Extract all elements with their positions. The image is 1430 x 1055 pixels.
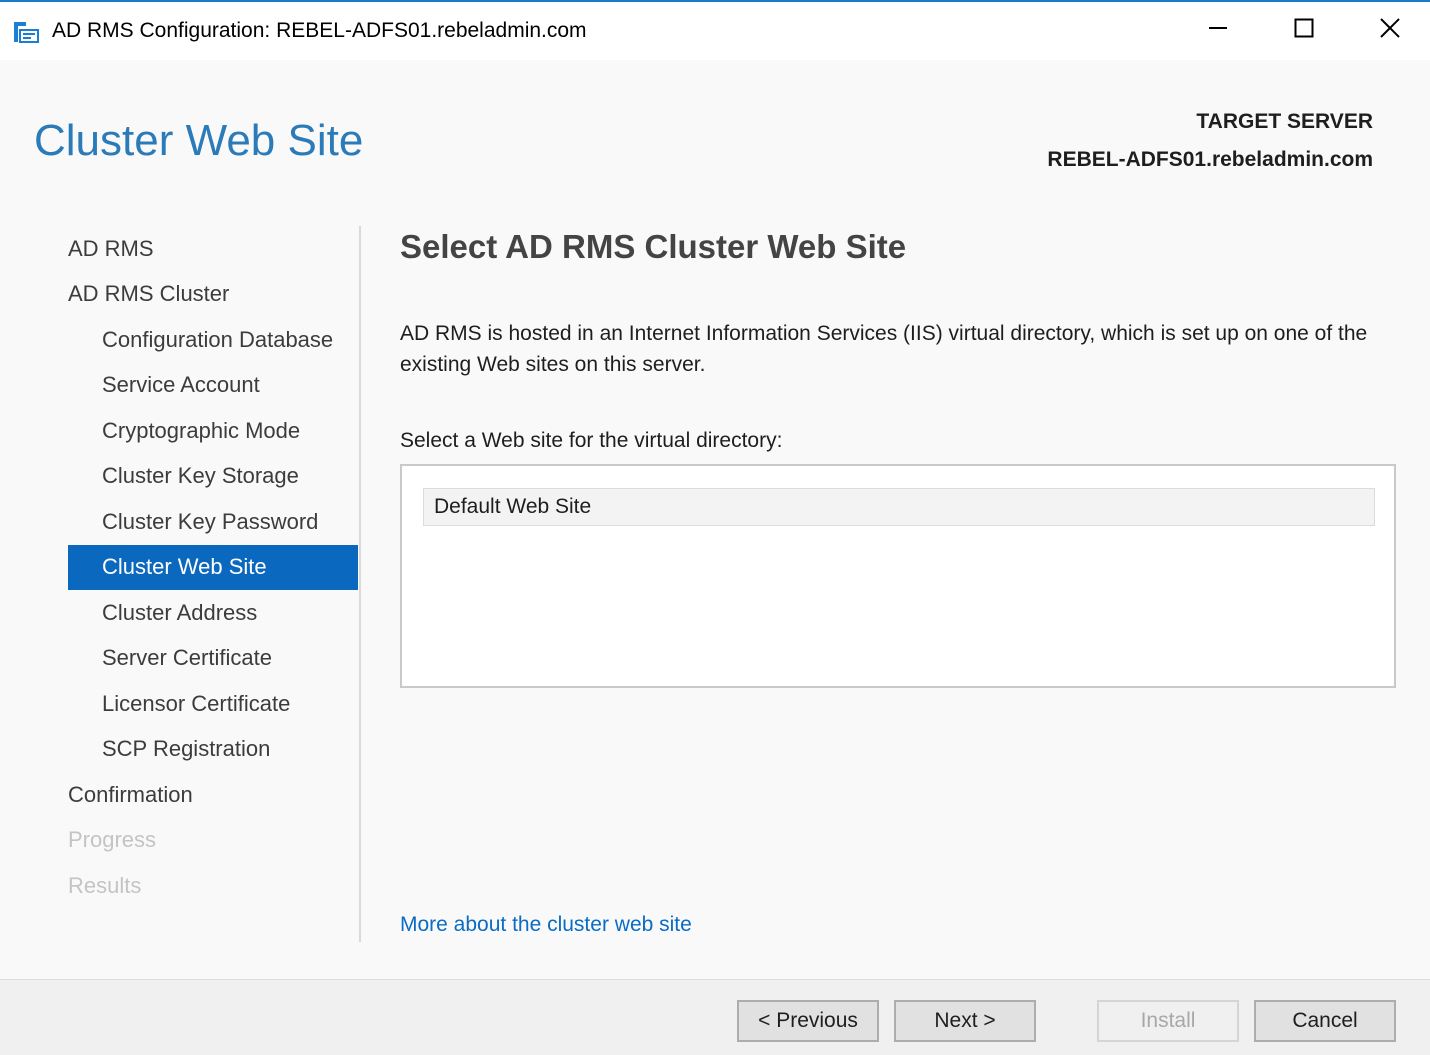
nav-item-cluster-web-site[interactable]: Cluster Web Site	[68, 544, 358, 590]
wizard-window: AD RMS Configuration: REBEL-ADFS01.rebel…	[0, 0, 1430, 1055]
install-button[interactable]: Install	[1097, 1000, 1239, 1042]
nav-item-confirmation[interactable]: Confirmation	[68, 772, 358, 818]
maximize-button[interactable]	[1261, 2, 1347, 58]
nav-item-progress: Progress	[68, 827, 157, 853]
website-listbox[interactable]: Default Web Site	[400, 464, 1396, 688]
next-button[interactable]: Next >	[894, 1000, 1036, 1042]
target-server-label: TARGET SERVER	[1196, 110, 1373, 133]
wizard-footer: < Previous Next > Install Cancel	[0, 979, 1430, 1055]
section-title: Select AD RMS Cluster Web Site	[400, 228, 907, 265]
nav-item-service-account[interactable]: Service Account	[68, 363, 358, 409]
server-manager-icon	[12, 19, 40, 45]
target-server-value: REBEL-ADFS01.rebeladmin.com	[1047, 148, 1373, 171]
nav-item-results: Results	[68, 872, 142, 898]
nav-item-cluster-address[interactable]: Cluster Address	[68, 590, 358, 636]
cancel-button[interactable]: Cancel	[1254, 1000, 1396, 1042]
minimize-icon	[1208, 18, 1228, 43]
more-about-cluster-web-site-link[interactable]: More about the cluster web site	[400, 913, 692, 937]
nav-item-licensor-certificate[interactable]: Licensor Certificate	[68, 681, 358, 727]
website-list-item[interactable]: Default Web Site	[423, 488, 1375, 526]
wizard-steps-nav: AD RMS AD RMS Cluster Configuration Databa…	[68, 226, 358, 909]
close-icon	[1379, 17, 1401, 44]
nav-item-cluster-key-storage[interactable]: Cluster Key Storage	[68, 454, 358, 500]
website-select-label: Select a Web site for the virtual direct…	[400, 429, 783, 452]
window-title: AD RMS Configuration: REBEL-ADFS01.rebel…	[52, 19, 587, 42]
previous-button[interactable]: < Previous	[737, 1000, 879, 1042]
title-bar[interactable]: AD RMS Configuration: REBEL-ADFS01.rebel…	[0, 2, 1430, 60]
nav-item-cryptographic-mode[interactable]: Cryptographic Mode	[68, 408, 358, 454]
page-title: Cluster Web Site	[34, 116, 364, 165]
nav-item-scp-registration[interactable]: SCP Registration	[68, 727, 358, 773]
nav-item-cluster-key-password[interactable]: Cluster Key Password	[68, 499, 358, 545]
maximize-icon	[1294, 18, 1314, 43]
nav-item-ad-rms[interactable]: AD RMS	[68, 226, 358, 272]
description-text: AD RMS is hosted in an Internet Informat…	[400, 322, 1368, 376]
nav-item-server-certificate[interactable]: Server Certificate	[68, 636, 358, 682]
minimize-button[interactable]	[1175, 2, 1261, 58]
close-button[interactable]	[1347, 2, 1430, 58]
nav-item-configuration-database[interactable]: Configuration Database	[68, 317, 358, 363]
nav-divider	[359, 226, 361, 942]
nav-item-ad-rms-cluster[interactable]: AD RMS Cluster	[68, 272, 358, 318]
